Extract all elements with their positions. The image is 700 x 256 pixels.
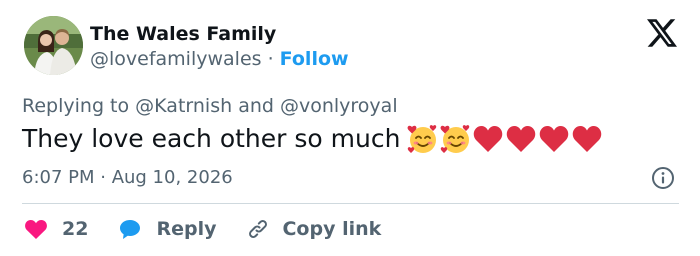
author-handle[interactable]: @lovefamilywales — [90, 48, 262, 70]
divider — [22, 203, 679, 204]
author-handle-row: @lovefamilywales · Follow — [90, 47, 349, 71]
x-logo-icon[interactable] — [647, 19, 677, 47]
author-display-name[interactable]: The Wales Family — [90, 22, 276, 46]
avatar[interactable] — [24, 16, 83, 75]
heart-icon — [25, 220, 47, 239]
reply-button[interactable]: Reply — [118, 217, 246, 241]
replying-to-conjunction: and — [238, 95, 274, 117]
speech-bubble-icon — [120, 220, 141, 239]
embedded-post-card: The Wales Family @lovefamilywales · Foll… — [0, 0, 700, 256]
smiling-face-with-hearts-icon — [408, 125, 437, 153]
like-button[interactable]: 22 — [24, 218, 118, 240]
red-heart-icon — [573, 126, 602, 152]
red-heart-icon — [540, 126, 569, 152]
separator-dot: · — [267, 48, 274, 70]
post-timestamp[interactable]: 6:07 PM · Aug 10, 2026 — [22, 166, 233, 190]
follow-button[interactable]: Follow — [280, 48, 349, 70]
replying-to-line: Replying to @Katrnish and @vonlyroyal — [22, 94, 398, 118]
copy-link-button[interactable]: Copy link — [246, 217, 381, 241]
link-icon — [249, 220, 268, 238]
red-heart-icon — [507, 126, 536, 152]
post-text: They love each other so much — [22, 123, 604, 155]
reply-label: Reply — [156, 218, 217, 240]
like-count: 22 — [62, 218, 89, 240]
info-icon[interactable] — [651, 166, 675, 190]
copy-link-label: Copy link — [282, 218, 382, 240]
replying-to-prefix: Replying to — [22, 95, 130, 117]
post-text-content: They love each other so much — [22, 124, 401, 153]
action-bar: 22 Reply Copy link — [24, 216, 381, 242]
mention-link[interactable]: @Katrnish — [135, 95, 232, 117]
smiling-face-with-hearts-icon — [441, 125, 470, 153]
red-heart-icon — [474, 126, 503, 152]
mention-link[interactable]: @vonlyroyal — [280, 95, 398, 117]
